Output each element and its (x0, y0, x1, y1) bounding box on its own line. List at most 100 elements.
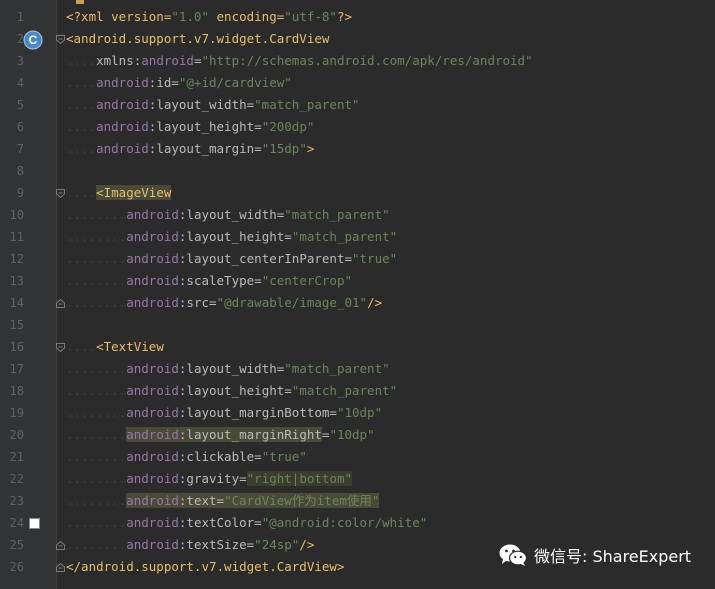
code-token: :text= (178, 493, 225, 508)
code-line[interactable]: ........android:layout_height="match_par… (66, 380, 397, 402)
code-line[interactable]: ........android:text="CardView作为item使用" (66, 490, 380, 512)
wechat-icon (499, 544, 528, 566)
code-line[interactable]: ....<TextView (66, 336, 164, 358)
code-token: :layout_height= (178, 229, 292, 244)
code-line[interactable]: <android.support.v7.widget.CardView (66, 28, 329, 50)
code-token: "true" (261, 449, 307, 464)
color-swatch-icon[interactable] (29, 518, 40, 529)
fold-collapse-icon[interactable] (56, 343, 65, 352)
code-line[interactable]: </android.support.v7.widget.CardView> (66, 556, 344, 578)
code-token: android (126, 295, 179, 310)
code-token: ........ (66, 515, 127, 530)
line-gutter: 1 2 3 4 5 6 7 8 9 10 11 12 13 14 15 16 17 18 19 20 21 22 23 24 2… (0, 0, 56, 589)
line-number: 4 (16, 76, 24, 90)
code-token: encoding= (209, 9, 285, 24)
wechat-watermark: 微信号: ShareExpert (498, 540, 691, 570)
code-token: :layout_width= (178, 361, 285, 376)
code-token: android (126, 449, 179, 464)
code-token: <ImageView (96, 185, 172, 200)
line-number: 22 (9, 472, 24, 486)
code-token: <?xml version= (66, 9, 172, 24)
code-line[interactable]: ........android:layout_width="match_pare… (66, 358, 390, 380)
code-line[interactable]: ....<ImageView (66, 182, 172, 204)
code-token: "true" (352, 251, 398, 266)
fold-collapse-icon[interactable] (56, 189, 65, 198)
line-number: 20 (9, 428, 24, 442)
code-token: "10dp" (336, 405, 383, 420)
code-token: "CardView作为item使用" (224, 493, 380, 508)
code-line[interactable]: ....android:layout_height="200dp" (66, 116, 314, 138)
fold-end-icon[interactable] (56, 299, 65, 308)
code-token: android (126, 251, 179, 266)
code-line[interactable]: ........android:src="@drawable/image_01"… (66, 292, 382, 314)
line-number: 12 (9, 252, 24, 266)
code-token: :layout_margin= (148, 141, 262, 156)
code-token: android (96, 119, 149, 134)
code-token: "match_parent" (284, 361, 390, 376)
code-token: ........ (66, 361, 127, 376)
code-token: :textColor= (178, 515, 262, 530)
code-line[interactable]: ....android:layout_width="match_parent" (66, 94, 360, 116)
code-token: .... (66, 53, 97, 68)
code-token: android (126, 383, 179, 398)
line-number: 25 (9, 538, 24, 552)
code-line[interactable]: <?xml version="1.0" encoding="utf-8"?> (66, 6, 352, 28)
code-line[interactable]: ........android:layout_marginRight="10dp… (66, 424, 375, 446)
code-token: android (126, 361, 179, 376)
code-token: "@drawable/image_01" (216, 295, 368, 310)
code-token: :layout_width= (148, 97, 255, 112)
line-number: 18 (9, 384, 24, 398)
line-number: 24 (9, 516, 24, 530)
code-token: "http://schemas.android.com/apk/res/andr… (201, 53, 533, 68)
code-token: ........ (66, 405, 127, 420)
code-token: :layout_marginBottom= (178, 405, 337, 420)
code-line[interactable]: ........android:textSize="24sp"/> (66, 534, 314, 556)
code-token: android (96, 141, 149, 156)
code-token: "match_parent" (254, 97, 360, 112)
code-editor[interactable]: 1 2 3 4 5 6 7 8 9 10 11 12 13 14 15 16 17 18 19 20 21 22 23 24 2… (0, 0, 715, 589)
bookmark-marker-icon (76, 0, 84, 4)
code-line[interactable]: ........android:gravity="right|bottom" (66, 468, 352, 490)
watermark-text: 微信号: ShareExpert (534, 547, 692, 566)
code-token: :textSize= (178, 537, 255, 552)
code-token: "1.0" (171, 9, 209, 24)
code-token: "match_parent" (284, 207, 390, 222)
line-number: 5 (16, 98, 24, 112)
code-token: "10dp" (329, 427, 375, 442)
code-token: "right|bottom" (246, 471, 352, 486)
code-line[interactable]: ........android:textColor="@android:colo… (66, 512, 427, 534)
line-number: 3 (16, 54, 24, 68)
fold-end-icon[interactable] (56, 541, 65, 550)
code-token: android (126, 427, 179, 442)
code-line[interactable]: ........android:scaleType="centerCrop" (66, 270, 352, 292)
code-token: <android.support.v7.widget.CardView (66, 31, 330, 46)
code-token: ........ (66, 537, 127, 552)
class-icon-letter: C (29, 33, 38, 47)
code-token: android (141, 53, 194, 68)
code-token: :layout_height= (148, 119, 262, 134)
fold-collapse-icon[interactable] (56, 35, 65, 44)
code-token: "match_parent" (291, 229, 398, 244)
code-line[interactable]: ........android:layout_width="match_pare… (66, 204, 390, 226)
line-number: 13 (9, 274, 24, 288)
code-token: :layout_width= (178, 207, 285, 222)
line-number: 8 (16, 164, 24, 178)
code-line[interactable]: ........android:layout_marginBottom="10d… (66, 402, 382, 424)
code-line[interactable]: ........android:layout_height="match_par… (66, 226, 397, 248)
code-token: .... (66, 97, 97, 112)
code-token: ........ (66, 493, 127, 508)
code-token: "match_parent" (291, 383, 398, 398)
code-token: .... (66, 75, 97, 90)
fold-end-icon[interactable] (56, 563, 65, 572)
code-line[interactable]: ........android:clickable="true" (66, 446, 307, 468)
code-token: android (126, 405, 179, 420)
class-gutter-icon[interactable]: C (23, 30, 43, 54)
code-token: "200dp" (261, 119, 315, 134)
code-line[interactable]: ........android:layout_centerInParent="t… (66, 248, 397, 270)
code-line[interactable]: ....android:id="@+id/cardview" (66, 72, 292, 94)
code-token: ........ (66, 251, 127, 266)
code-token: "utf-8" (284, 9, 337, 24)
code-line[interactable]: ....xmlns:android="http://schemas.androi… (66, 50, 533, 72)
code-line[interactable]: ....android:layout_margin="15dp"> (66, 138, 314, 160)
line-number: 1 (16, 10, 24, 24)
